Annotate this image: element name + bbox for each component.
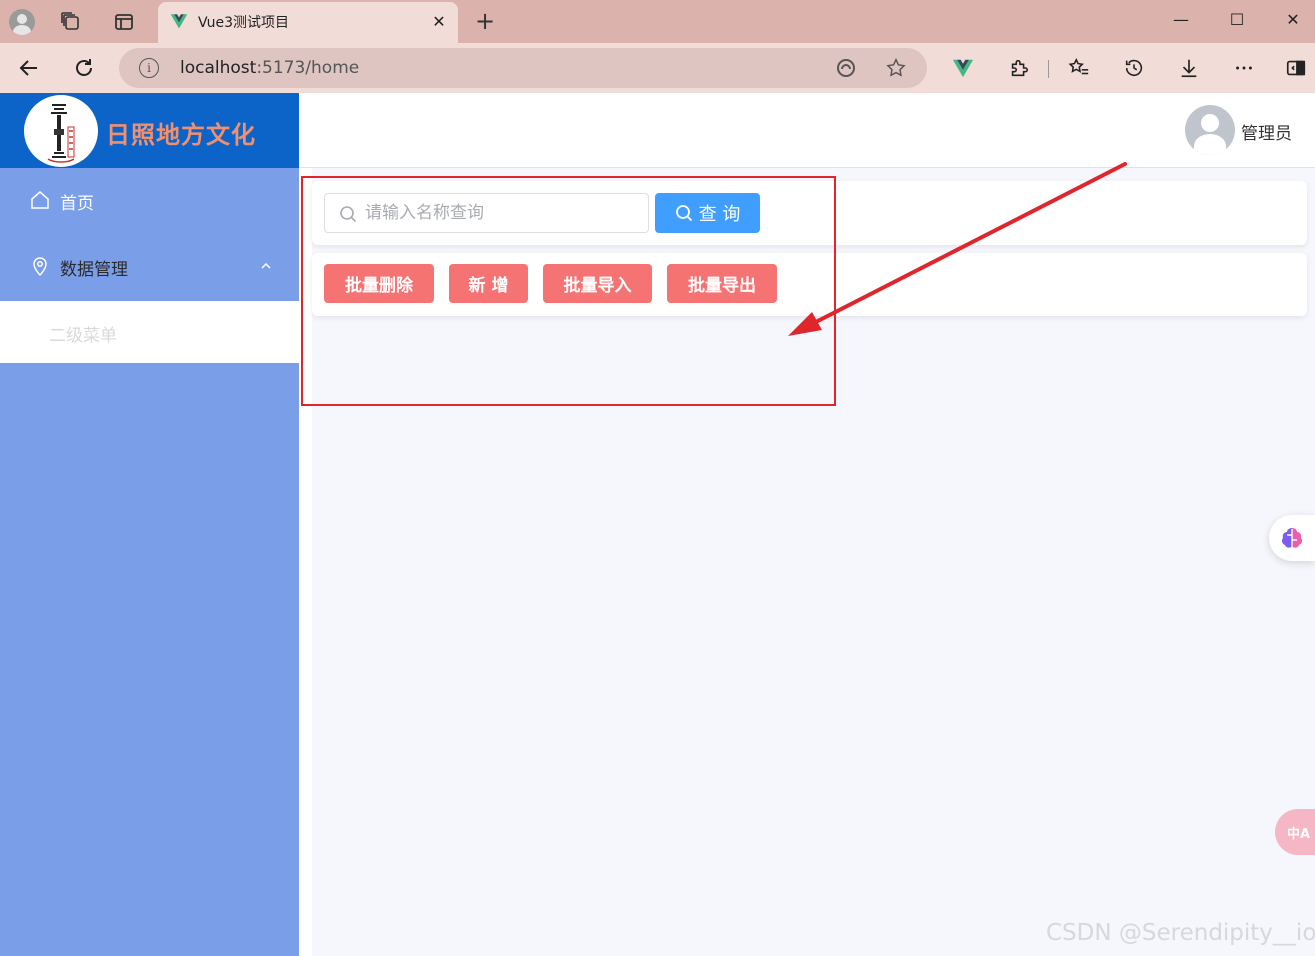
sidebar-subitem-label: 二级菜单: [49, 326, 117, 346]
browser-tab-active[interactable]: Vue3测试项目 ✕: [158, 2, 458, 43]
vue-devtools-extension-button[interactable]: [951, 56, 975, 80]
search-field[interactable]: [324, 193, 649, 233]
window-close-button[interactable]: ✕: [1270, 4, 1315, 34]
batch-export-button[interactable]: 批量导出: [667, 264, 777, 303]
batch-delete-button[interactable]: 批量删除: [324, 264, 434, 303]
tab-title: Vue3测试项目: [198, 15, 290, 31]
reload-button[interactable]: [69, 53, 99, 83]
tab-actions-icon: [115, 14, 133, 30]
more-dots-icon: [1236, 66, 1252, 70]
app-header: 管理员: [299, 93, 1315, 168]
sidebar-item-label: 首页: [60, 194, 94, 214]
tab-actions-button[interactable]: [110, 8, 138, 36]
home-icon: [31, 191, 49, 209]
sidebar-item-data-management[interactable]: 数据管理: [0, 234, 299, 300]
address-url[interactable]: localhost:5173/home: [180, 58, 359, 78]
search-icon: [340, 206, 357, 223]
brand-name: 日照地方文化: [106, 121, 256, 149]
user-name[interactable]: 管理员: [1241, 119, 1292, 144]
back-arrow-icon: [19, 60, 37, 76]
vue-logo-icon: [170, 14, 188, 29]
new-tab-button[interactable]: +: [472, 8, 498, 34]
sidebar-subitem-secondary-menu[interactable]: 二级菜单: [0, 301, 299, 363]
csdn-watermark: CSDN @Serendipity__io: [1046, 920, 1315, 946]
browser-toolbar: i localhost:5173/home: [0, 43, 1315, 93]
brand-logo: [24, 95, 98, 167]
search-card: 查 询: [312, 181, 1307, 245]
search-icon: [675, 205, 692, 222]
ai-assistant-float-button[interactable]: [1269, 515, 1315, 561]
translate-float-button[interactable]: 中A: [1275, 809, 1315, 855]
search-input[interactable]: [365, 200, 635, 226]
workspaces-icon: [61, 12, 79, 30]
downloads-button[interactable]: [1177, 56, 1201, 80]
history-button[interactable]: [1122, 56, 1146, 80]
user-avatar[interactable]: [1185, 105, 1235, 155]
add-button[interactable]: 新 增: [449, 264, 528, 303]
site-info-icon[interactable]: i: [139, 58, 159, 78]
batch-import-button[interactable]: 批量导入: [543, 264, 652, 303]
back-button[interactable]: [14, 53, 44, 83]
sidebar: 日照地方文化 首页 数据管理 二级菜单: [0, 93, 299, 956]
location-pin-icon: [33, 257, 47, 276]
extensions-button[interactable]: [1007, 56, 1031, 80]
favorite-star-icon[interactable]: [885, 57, 907, 79]
url-host: localhost: [180, 58, 257, 78]
edge-refresh-icon[interactable]: [835, 57, 857, 79]
address-bar[interactable]: i localhost:5173/home: [119, 48, 927, 88]
reload-icon: [76, 59, 92, 76]
chevron-up-icon[interactable]: [258, 258, 274, 274]
main-content: 查 询 批量删除 新 增 批量导入 批量导出: [299, 168, 1315, 956]
profile-button[interactable]: [8, 8, 36, 36]
sidebar-toggle-button[interactable]: [1284, 56, 1308, 80]
actions-card: 批量删除 新 增 批量导入 批量导出: [312, 253, 1307, 316]
query-button[interactable]: 查 询: [655, 193, 760, 233]
profile-icon: [9, 9, 35, 35]
sidebar-item-label: 数据管理: [60, 260, 128, 280]
sidebar-toggle-icon: [1286, 60, 1306, 76]
content-gutter: [299, 168, 312, 956]
favorites-icon: [1068, 57, 1089, 75]
vue-devtools-icon: [952, 59, 974, 78]
sidebar-item-home[interactable]: 首页: [0, 168, 299, 234]
more-options-button[interactable]: [1232, 56, 1256, 80]
favorites-button[interactable]: [1067, 56, 1091, 80]
seal-logo-icon: [47, 104, 75, 163]
translate-icon: 中A: [1287, 826, 1311, 842]
brand-header: 日照地方文化: [0, 93, 299, 168]
query-button-label: 查 询: [698, 204, 741, 225]
brain-icon: [1281, 528, 1303, 548]
browser-tab-strip: Vue3测试项目 ✕ + — ☐ ✕: [0, 0, 1315, 43]
tab-close-icon[interactable]: ✕: [428, 10, 450, 32]
history-icon: [1125, 59, 1143, 77]
workspaces-button[interactable]: [57, 8, 85, 36]
window-maximize-button[interactable]: ☐: [1214, 4, 1260, 34]
puzzle-icon: [1011, 59, 1029, 77]
window-minimize-button[interactable]: —: [1158, 4, 1204, 34]
download-icon: [1181, 59, 1197, 78]
toolbar-separator: [1048, 60, 1049, 78]
url-path: :5173/home: [256, 58, 360, 78]
